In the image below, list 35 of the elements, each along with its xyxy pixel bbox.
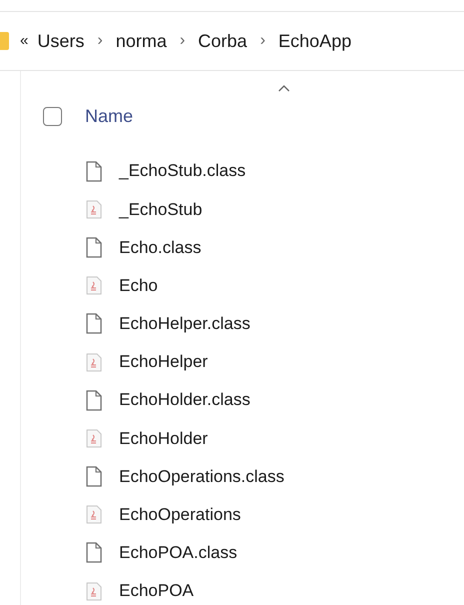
file-name[interactable]: EchoOperations [119, 502, 241, 528]
java-file-icon [86, 428, 102, 449]
file-name[interactable]: EchoHelper [119, 349, 208, 375]
folder-icon [0, 32, 9, 50]
blank-file-icon [86, 236, 102, 258]
file-name[interactable]: EchoPOA.class [119, 540, 238, 566]
path-separator: › [180, 31, 186, 51]
file-name[interactable]: Echo [119, 272, 158, 298]
blank-file-icon [86, 160, 102, 182]
path-segment[interactable]: Users [37, 28, 84, 54]
java-file-icon [86, 198, 102, 220]
file-name[interactable]: _EchoStub [119, 196, 202, 222]
file-name[interactable]: EchoHelper.class [119, 311, 250, 337]
file-name[interactable]: Echo.class [119, 234, 202, 260]
path-separator: › [97, 31, 103, 51]
path-segment[interactable]: norma [116, 28, 167, 54]
file-name[interactable]: _EchoStub.class [119, 158, 246, 184]
path-segment[interactable]: EchoApp [278, 28, 352, 54]
blank-file-icon [86, 466, 102, 488]
file-name[interactable]: EchoOperations.class [119, 464, 284, 490]
java-file-icon [86, 580, 102, 602]
java-file-icon [86, 352, 102, 373]
file-name[interactable]: EchoHolder [119, 426, 208, 452]
file-name[interactable]: EchoPOA [119, 578, 194, 604]
java-file-icon [86, 275, 102, 296]
path-separator: › [260, 31, 266, 51]
java-file-icon [86, 504, 102, 526]
name-column-header[interactable]: Name [85, 102, 134, 130]
overflow-chevron[interactable]: « [20, 30, 28, 52]
path-segment[interactable]: Corba [198, 28, 248, 54]
select-all-checkbox[interactable] [43, 106, 62, 126]
blank-file-icon [86, 390, 102, 411]
blank-file-icon [86, 313, 102, 334]
file-name[interactable]: EchoHolder.class [119, 387, 250, 413]
blank-file-icon [86, 542, 102, 564]
